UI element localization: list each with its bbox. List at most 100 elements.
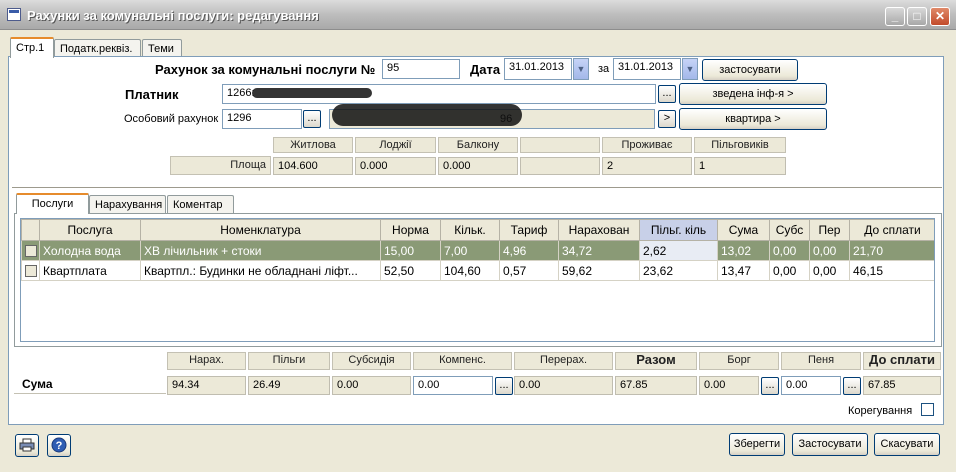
table-cell[interactable]: 59,62 [558,260,640,281]
table-cell[interactable]: 0,00 [769,260,810,281]
col-header-subsidy[interactable]: Субс [769,219,810,241]
section-divider [12,187,942,189]
total-benefits-value: 26.49 [248,376,330,395]
table-cell[interactable]: 0,00 [809,240,850,261]
row-indicator-icon [25,244,37,257]
table-cell[interactable]: 0,00 [769,240,810,261]
col-header-quantity[interactable]: Кільк. [440,219,500,241]
totals-header-debt: Борг [699,352,779,370]
table-cell[interactable]: 52,50 [380,260,441,281]
correction-checkbox[interactable] [921,403,934,416]
account-input[interactable]: 1296 [222,109,302,129]
table-cell[interactable]: 23,62 [639,260,718,281]
total-sum-value: 67.85 [615,376,697,395]
table-cell[interactable]: 46,15 [849,260,934,281]
col-header-nomenclature[interactable]: Номенклатура [140,219,381,241]
compensation-browse-button[interactable]: ... [495,377,513,395]
printer-icon [19,438,35,452]
col-header-benefit-qty[interactable]: Пільг. кіль [639,219,718,241]
penalty-browse-button[interactable]: ... [843,377,861,395]
tab-charges[interactable]: Нарахування [89,195,166,214]
col-header-tariff[interactable]: Тариф [499,219,559,241]
apply-date-button[interactable]: застосувати [702,59,798,81]
area-loggia-value: 0.000 [355,157,436,175]
for-label: за [598,63,610,75]
tab-comment[interactable]: Коментар [167,195,234,214]
help-icon: ? [51,437,67,453]
table-header-row: Послуга Номенклатура Норма Кільк. Тариф … [21,219,934,241]
date-dropdown-icon[interactable]: ▼ [573,58,589,80]
maximize-button[interactable]: □ [907,7,927,26]
close-button[interactable]: ✕ [930,7,950,26]
table-cell[interactable]: Квартпл.: Будинки не обладнані ліфт... [140,260,381,281]
area-header-balcony: Балкону [438,137,518,153]
table-cell[interactable]: 13,47 [717,260,770,281]
table-cell[interactable]: Квартплата [39,260,141,281]
services-grid[interactable]: Послуга Номенклатура Норма Кільк. Тариф … [20,218,935,342]
apply-button[interactable]: Застосувати [792,433,868,456]
table-row[interactable]: Квартплата Квартпл.: Будинки не обладнан… [21,260,934,281]
totals-header-compensation: Компенс. [413,352,512,370]
table-cell[interactable]: 13,02 [717,240,770,261]
col-header-to-pay[interactable]: До сплати [849,219,934,241]
tab-services[interactable]: Послуги [16,193,89,214]
table-cell[interactable]: ХВ лічильник + стоки [140,240,381,261]
area-balcony-value: 0.000 [438,157,518,175]
table-cell[interactable]: 0,57 [499,260,559,281]
print-button[interactable] [15,434,39,457]
invoice-number-input[interactable]: 95 [382,59,460,79]
col-header-sum[interactable]: Сума [717,219,770,241]
col-header-service[interactable]: Послуга [39,219,141,241]
address-arrow-button[interactable]: > [658,110,676,128]
area-row-label: Площа [170,156,271,175]
period-dropdown-icon[interactable]: ▼ [682,58,698,80]
table-cell[interactable]: 2,62 [639,240,718,261]
table-cell[interactable]: 34,72 [558,240,640,261]
svg-text:?: ? [56,440,63,452]
services-table: Послуга Номенклатура Норма Кільк. Тариф … [21,219,934,281]
table-cell[interactable]: 104,60 [440,260,500,281]
total-to-pay-value: 67.85 [863,376,941,395]
penalty-input[interactable]: 0.00 [781,376,841,395]
invoice-label: Рахунок за комунальні послуги № [155,62,376,77]
area-header-living: Житлова [273,137,353,153]
totals-header-to-pay: До сплати [863,352,941,370]
account-browse-button[interactable]: ... [303,110,321,128]
area-header-beneficiaries: Пільговиків [694,137,786,153]
totals-header-recalc: Перерах. [514,352,613,370]
area-header-loggia: Лоджії [355,137,436,153]
table-cell[interactable]: 0,00 [809,260,850,281]
col-header-charged[interactable]: Нарахован [558,219,640,241]
total-recalc-value: 0.00 [514,376,613,395]
totals-header-benefits: Пільги [248,352,330,370]
table-cell[interactable]: 15,00 [380,240,441,261]
table-cell[interactable]: 21,70 [849,240,934,261]
cancel-button[interactable]: Скасувати [874,433,940,456]
date-input[interactable]: 31.01.2013 [504,58,572,80]
compensation-input[interactable]: 0.00 [413,376,493,395]
account-label: Особовий рахунок [124,113,219,125]
col-header-indicator [21,219,40,241]
period-input[interactable]: 31.01.2013 [613,58,681,80]
payer-label: Платник [125,87,179,102]
col-header-norm[interactable]: Норма [380,219,441,241]
table-cell[interactable]: Холодна вода [39,240,141,261]
date-label: Дата [470,62,501,77]
table-row[interactable]: Холодна вода ХВ лічильник + стоки 15,00 … [21,240,934,261]
correction-label: Корегування [848,405,913,417]
window-icon [7,8,21,21]
help-button[interactable]: ? [47,434,71,457]
beneficiaries-value: 1 [694,157,786,175]
col-header-recalc[interactable]: Пер [809,219,850,241]
summary-info-button[interactable]: зведена інф-я > [679,83,827,105]
minimize-button[interactable]: _ [885,7,905,26]
table-cell[interactable]: 7,00 [440,240,500,261]
totals-header-charged: Нарах. [167,352,246,370]
apartment-button[interactable]: квартира > [679,108,827,130]
table-cell[interactable]: 4,96 [499,240,559,261]
debt-value: 0.00 [699,376,759,395]
debt-browse-button[interactable]: ... [761,377,779,395]
save-button[interactable]: Зберегти [729,433,785,456]
tab-page1[interactable]: Стр.1 [10,37,54,58]
payer-browse-button[interactable]: ... [658,85,676,103]
